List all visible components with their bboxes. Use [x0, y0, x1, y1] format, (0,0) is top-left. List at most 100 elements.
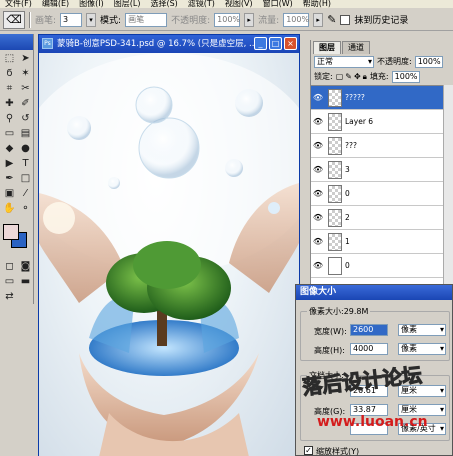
layer-thumbnail: [328, 256, 342, 275]
layers-scrollbar[interactable]: [443, 85, 453, 286]
layer-row[interactable]: 👁︎ 0: [311, 182, 453, 206]
brush-size-field[interactable]: 3: [60, 12, 83, 27]
eye-icon[interactable]: 👁︎: [311, 213, 325, 222]
healing-brush-icon[interactable]: ✚: [2, 97, 17, 111]
lock-position-icon[interactable]: ✥: [354, 72, 361, 82]
magic-wand-tool-icon[interactable]: ✶: [18, 67, 33, 81]
eraser-preset-icon[interactable]: ⌫: [3, 10, 25, 29]
eye-icon[interactable]: 👁︎: [311, 261, 325, 270]
notes-tool-icon[interactable]: ▣: [2, 187, 17, 201]
menu-filter[interactable]: 滤镜(T): [183, 0, 220, 8]
layer-name: 1: [345, 237, 350, 246]
blur-tool-icon[interactable]: ◆: [2, 142, 17, 156]
blend-mode-select[interactable]: 正常: [314, 55, 374, 68]
tab-channels[interactable]: 通道: [342, 41, 370, 54]
airbrush-icon[interactable]: ✎: [327, 13, 336, 26]
crop-tool-icon[interactable]: ⌗: [2, 82, 17, 96]
dodge-tool-icon[interactable]: ●: [18, 142, 33, 156]
fill-label: 填充:: [369, 72, 389, 81]
erase-history-checkbox[interactable]: [340, 14, 351, 25]
path-select-icon[interactable]: ▶: [2, 157, 17, 171]
menu-image[interactable]: 图像(I): [74, 0, 109, 8]
layer-row[interactable]: 👁︎ 1: [311, 230, 453, 254]
menu-select[interactable]: 选择(S): [145, 0, 182, 8]
menu-help[interactable]: 帮助(H): [298, 0, 336, 8]
layer-thumbnail: [328, 184, 342, 203]
layer-name: 0: [345, 189, 350, 198]
layer-opacity-field[interactable]: 100%: [414, 55, 443, 68]
menu-file[interactable]: 文件(F): [0, 0, 37, 8]
brush-tool-icon[interactable]: ✐: [18, 97, 33, 111]
layer-thumbnail: [328, 112, 342, 131]
height-unit-select[interactable]: 像素: [398, 343, 446, 355]
eyedropper-tool-icon[interactable]: ⁄: [18, 187, 33, 201]
maximize-icon[interactable]: □: [269, 37, 282, 50]
eraser-tool-icon[interactable]: ▭: [2, 127, 17, 141]
eye-icon[interactable]: 👁︎: [311, 189, 325, 198]
dialog-title[interactable]: 图像大小: [296, 285, 452, 300]
fullscreen-mode-icon[interactable]: ▬: [18, 275, 33, 289]
marquee-tool-icon[interactable]: ⬚: [2, 52, 17, 66]
lock-pixels-icon[interactable]: ✎: [345, 72, 352, 82]
width-input[interactable]: 2600: [350, 324, 388, 336]
standard-mode-icon[interactable]: ◻: [2, 260, 17, 274]
tool-options-bar: ⌫ 画笔: 3 ▾ 模式: 画笔 不透明度: 100% ▸ 流量: 100% ▸…: [0, 9, 453, 31]
lasso-tool-icon[interactable]: ϭ: [2, 67, 17, 81]
pen-tool-icon[interactable]: ✒: [2, 172, 17, 186]
history-brush-icon[interactable]: ↺: [18, 112, 33, 126]
eye-icon[interactable]: 👁︎: [311, 93, 325, 102]
foreground-color-swatch[interactable]: [3, 224, 19, 240]
minimize-icon[interactable]: _: [254, 37, 267, 50]
screen-mode-icon[interactable]: ▭: [2, 275, 17, 289]
layer-row[interactable]: 👁︎ 0: [311, 254, 453, 278]
eye-icon[interactable]: 👁︎: [311, 237, 325, 246]
quick-mask-icon[interactable]: ◙: [18, 260, 33, 274]
hand-tool-icon[interactable]: ✋: [2, 202, 17, 216]
chevron-right-icon[interactable]: ▸: [244, 12, 255, 27]
watermark-url: www.luoan.cn: [317, 414, 428, 430]
shape-tool-icon[interactable]: □: [18, 172, 33, 186]
eye-icon[interactable]: 👁︎: [311, 141, 325, 150]
image-canvas[interactable]: [39, 53, 299, 456]
zoom-tool-icon[interactable]: ⚬: [18, 202, 33, 216]
fill-field[interactable]: 100%: [391, 70, 420, 83]
layer-row[interactable]: 👁︎ ???: [311, 134, 453, 158]
mode-select[interactable]: 画笔: [125, 12, 168, 27]
brush-label: 画笔:: [35, 16, 57, 26]
height-input[interactable]: 4000: [350, 343, 388, 355]
layer-row[interactable]: 👁︎ Layer 6: [311, 110, 453, 134]
eye-icon[interactable]: 👁︎: [311, 165, 325, 174]
slice-tool-icon[interactable]: ✂: [18, 82, 33, 96]
scale-styles-checkbox[interactable]: ✓: [304, 446, 313, 455]
menu-edit[interactable]: 编辑(E): [37, 0, 74, 8]
opacity-field[interactable]: 100%: [214, 12, 241, 27]
artwork-hands-tree: [39, 53, 299, 456]
flow-field[interactable]: 100%: [283, 12, 310, 27]
jump-to-imageready-icon[interactable]: ⇄: [2, 290, 17, 304]
lock-all-icon[interactable]: 🔒︎: [363, 72, 367, 82]
layer-name: 2: [345, 213, 350, 222]
menu-view[interactable]: 视图(V): [220, 0, 258, 8]
chevron-down-icon[interactable]: ▾: [86, 12, 97, 27]
move-tool-icon[interactable]: ➤: [18, 52, 33, 66]
close-icon[interactable]: ×: [284, 37, 297, 50]
document-titlebar[interactable]: Ps 蒙骑B-创意PSD-341.psd @ 16.7% (只是虚空层, ...…: [39, 35, 299, 53]
blend-row: 正常 不透明度: 100%: [311, 54, 453, 69]
layers-panel: 图层 通道 正常 不透明度: 100% 锁定: ▢ ✎ ✥ 🔒︎ 填充: 100…: [310, 40, 453, 286]
menu-layer[interactable]: 图层(L): [109, 0, 146, 8]
document-title: 蒙骑B-创意PSD-341.psd @ 16.7% (只是虚空层, ...: [57, 39, 258, 49]
width-unit-select[interactable]: 像素: [398, 324, 446, 336]
layer-row[interactable]: 👁︎ 2: [311, 206, 453, 230]
gradient-tool-icon[interactable]: ▤: [18, 127, 33, 141]
tab-layers[interactable]: 图层: [313, 41, 341, 54]
toolbox-header: [0, 34, 33, 50]
type-tool-icon[interactable]: T: [18, 157, 33, 171]
layers-panel-tabs: 图层 通道: [311, 40, 453, 54]
lock-transparency-icon[interactable]: ▢: [336, 72, 344, 82]
menu-window[interactable]: 窗口(W): [258, 0, 298, 8]
layer-row[interactable]: 👁︎ 3: [311, 158, 453, 182]
eye-icon[interactable]: 👁︎: [311, 117, 325, 126]
layer-row[interactable]: 👁︎ ?????: [311, 86, 453, 110]
chevron-right-icon[interactable]: ▸: [313, 12, 324, 27]
stamp-tool-icon[interactable]: ⚲: [2, 112, 17, 126]
